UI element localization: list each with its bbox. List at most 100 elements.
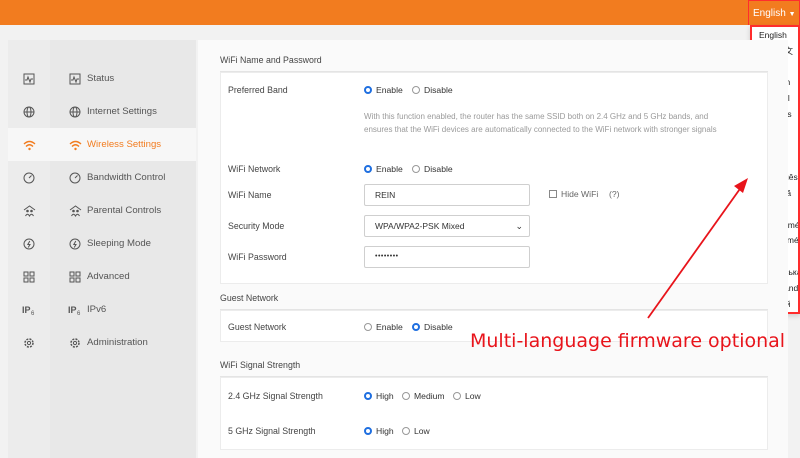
svg-text:IP: IP <box>22 305 31 315</box>
power-icon <box>68 237 82 251</box>
svg-text:6: 6 <box>31 311 35 316</box>
ipv6-icon: IP 6 <box>22 305 35 316</box>
sidebar-item-label: Administration <box>87 337 148 348</box>
radio-selected-icon <box>364 427 372 435</box>
wifi-icon <box>23 140 35 150</box>
radio-unselected-icon <box>412 86 420 94</box>
security-mode-select[interactable]: WPA/WPA2-PSK Mixed ⌄ <box>364 215 530 237</box>
family-icon <box>23 204 35 217</box>
icon-rail: IP 6 <box>8 40 50 458</box>
security-mode-label: Security Mode <box>228 221 285 231</box>
sidebar-item-ipv6[interactable]: IP 6 IPv6 <box>50 293 196 326</box>
language-selector-label: English <box>753 8 786 19</box>
guest-network-disable-radio[interactable]: Disable <box>412 322 453 332</box>
wifi-icon <box>68 138 82 152</box>
radio-label: Low <box>414 426 430 436</box>
chevron-down-icon: ⌄ <box>515 221 523 231</box>
annotation-text: Multi-language firmware optional <box>470 330 786 352</box>
sidebar-item-label: Internet Settings <box>87 106 157 117</box>
top-bar: English ▼ <box>0 0 800 25</box>
grid-icon <box>23 271 35 282</box>
radio-unselected-icon <box>453 392 461 400</box>
radio-selected-icon <box>364 392 372 400</box>
signal-24ghz-label: 2.4 GHz Signal Strength <box>228 391 323 401</box>
preferred-band-note-line1: With this function enabled, the router h… <box>364 112 709 121</box>
wifi-network-label: WiFi Network <box>228 164 281 174</box>
signal-strength-card: 2.4 GHz Signal Strength High Medium Low … <box>220 377 768 450</box>
rail-wireless[interactable] <box>8 128 50 161</box>
sidebar-item-administration[interactable]: Administration <box>50 326 196 359</box>
checkbox-icon <box>549 190 557 198</box>
radio-label: High <box>376 391 394 401</box>
wifi-password-input[interactable]: •••••••• <box>364 246 530 268</box>
sidebar-item-bandwidth-control[interactable]: Bandwidth Control <box>50 161 196 194</box>
wifi-password-label: WiFi Password <box>228 252 287 262</box>
power-icon <box>23 238 35 249</box>
rail-parental[interactable] <box>8 194 50 227</box>
language-selector[interactable]: English ▼ <box>748 0 800 25</box>
guest-network-enable-radio[interactable]: Enable <box>364 322 403 332</box>
radio-unselected-icon <box>402 392 410 400</box>
radio-selected-icon <box>412 323 420 331</box>
signal-5ghz-high-radio[interactable]: High <box>364 426 394 436</box>
preferred-band-enable-radio[interactable]: Enable <box>364 85 403 95</box>
wifi-network-enable-radio[interactable]: Enable <box>364 164 403 174</box>
caret-down-icon: ▼ <box>788 11 796 18</box>
sidebar: Status Internet Settings Wireless Settin… <box>50 40 196 458</box>
rail-internet[interactable] <box>8 95 50 128</box>
sidebar-item-label: Sleeping Mode <box>87 238 152 249</box>
radio-label: Enable <box>376 322 403 332</box>
radio-selected-icon <box>364 86 372 94</box>
gauge-icon <box>23 172 35 183</box>
gear-icon <box>24 337 34 348</box>
rail-status[interactable] <box>8 62 50 95</box>
signal-24ghz-high-radio[interactable]: High <box>364 391 394 401</box>
wifi-settings-card: Preferred Band Enable Disable With this … <box>220 72 768 284</box>
signal-24ghz-medium-radio[interactable]: Medium <box>402 391 445 401</box>
wifi-network-disable-radio[interactable]: Disable <box>412 164 453 174</box>
radio-label: Disable <box>424 85 453 95</box>
globe-icon <box>68 105 82 119</box>
status-icon <box>68 72 82 86</box>
sidebar-item-status[interactable]: Status <box>50 62 196 95</box>
preferred-band-note-line2: ensures that the WiFi devices are automa… <box>364 125 717 134</box>
radio-label: High <box>376 426 394 436</box>
preferred-band-label: Preferred Band <box>228 85 288 95</box>
checkbox-label: Hide WiFi <box>561 189 599 199</box>
rail-advanced[interactable] <box>8 260 50 293</box>
grid-icon <box>68 270 82 284</box>
rail-administration[interactable] <box>8 326 50 359</box>
radio-label: Low <box>465 391 481 401</box>
rail-sleeping[interactable] <box>8 227 50 260</box>
radio-unselected-icon <box>402 427 410 435</box>
sidebar-item-sleeping-mode[interactable]: Sleeping Mode <box>50 227 196 260</box>
wifi-name-input[interactable]: REIN <box>364 184 530 206</box>
hide-wifi-help[interactable]: (?) <box>609 189 620 199</box>
sidebar-item-label: Bandwidth Control <box>87 172 166 183</box>
svg-text:6: 6 <box>77 311 81 316</box>
hide-wifi-checkbox[interactable]: Hide WiFi <box>549 189 598 199</box>
preferred-band-disable-radio[interactable]: Disable <box>412 85 453 95</box>
radio-label: Medium <box>414 391 445 401</box>
sidebar-item-advanced[interactable]: Advanced <box>50 260 196 293</box>
sidebar-item-parental-controls[interactable]: Parental Controls <box>50 194 196 227</box>
radio-label: Enable <box>376 85 403 95</box>
section-title-wifi: WiFi Name and Password <box>220 48 768 72</box>
sidebar-item-label: IPv6 <box>87 304 107 315</box>
signal-5ghz-label: 5 GHz Signal Strength <box>228 426 316 436</box>
sidebar-item-label: Wireless Settings <box>87 139 162 150</box>
rail-ipv6[interactable]: IP 6 <box>8 293 50 326</box>
main-panel: WiFi Name and Password Preferred Band En… <box>198 40 788 458</box>
gear-icon <box>68 336 82 350</box>
radio-label: Disable <box>424 164 453 174</box>
signal-5ghz-low-radio[interactable]: Low <box>402 426 430 436</box>
signal-24ghz-low-radio[interactable]: Low <box>453 391 481 401</box>
status-icon <box>23 73 35 84</box>
family-icon <box>68 204 82 218</box>
section-title-signal: WiFi Signal Strength <box>220 353 768 377</box>
sidebar-item-internet-settings[interactable]: Internet Settings <box>50 95 196 128</box>
sidebar-item-wireless-settings[interactable]: Wireless Settings <box>50 128 196 161</box>
ipv6-icon: IP 6 <box>68 303 82 317</box>
rail-bandwidth[interactable] <box>8 161 50 194</box>
radio-label: Enable <box>376 164 403 174</box>
